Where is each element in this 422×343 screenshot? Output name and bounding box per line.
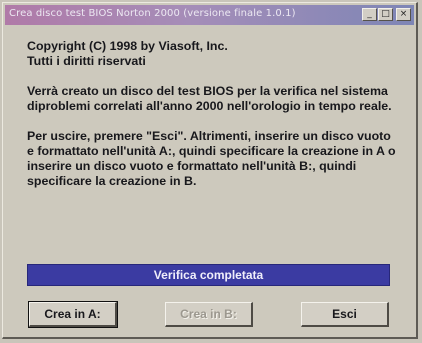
rights-line: Tutti i diritti riservati <box>27 54 146 68</box>
status-text: Verifica completata <box>153 268 264 282</box>
copyright-line: Copyright (C) 1998 by Viasoft, Inc. <box>27 39 228 53</box>
window-title: Crea disco test BIOS Norton 2000 (versio… <box>9 8 296 19</box>
minimize-icon[interactable]: _ <box>362 8 377 21</box>
title-bar[interactable]: Crea disco test BIOS Norton 2000 (versio… <box>5 5 414 25</box>
create-in-a-button[interactable]: Crea in A: <box>28 301 118 328</box>
title-bar-controls: _ □ × <box>362 8 411 21</box>
dialog-message: Copyright (C) 1998 by Viasoft, Inc. Tutt… <box>27 39 398 204</box>
copyright-block: Copyright (C) 1998 by Viasoft, Inc. Tutt… <box>27 39 398 69</box>
dialog-window: Crea disco test BIOS Norton 2000 (versio… <box>2 2 418 339</box>
status-bar: Verifica completata <box>27 264 390 286</box>
exit-button[interactable]: Esci <box>301 302 389 327</box>
create-in-b-button: Crea in B: <box>165 302 253 327</box>
close-icon[interactable]: × <box>396 8 411 21</box>
maximize-icon[interactable]: □ <box>378 8 393 21</box>
description-paragraph: Verrà creato un disco del test BIOS per … <box>27 84 392 113</box>
instructions-paragraph: Per uscire, premere "Esci". Altrimenti, … <box>27 129 396 188</box>
